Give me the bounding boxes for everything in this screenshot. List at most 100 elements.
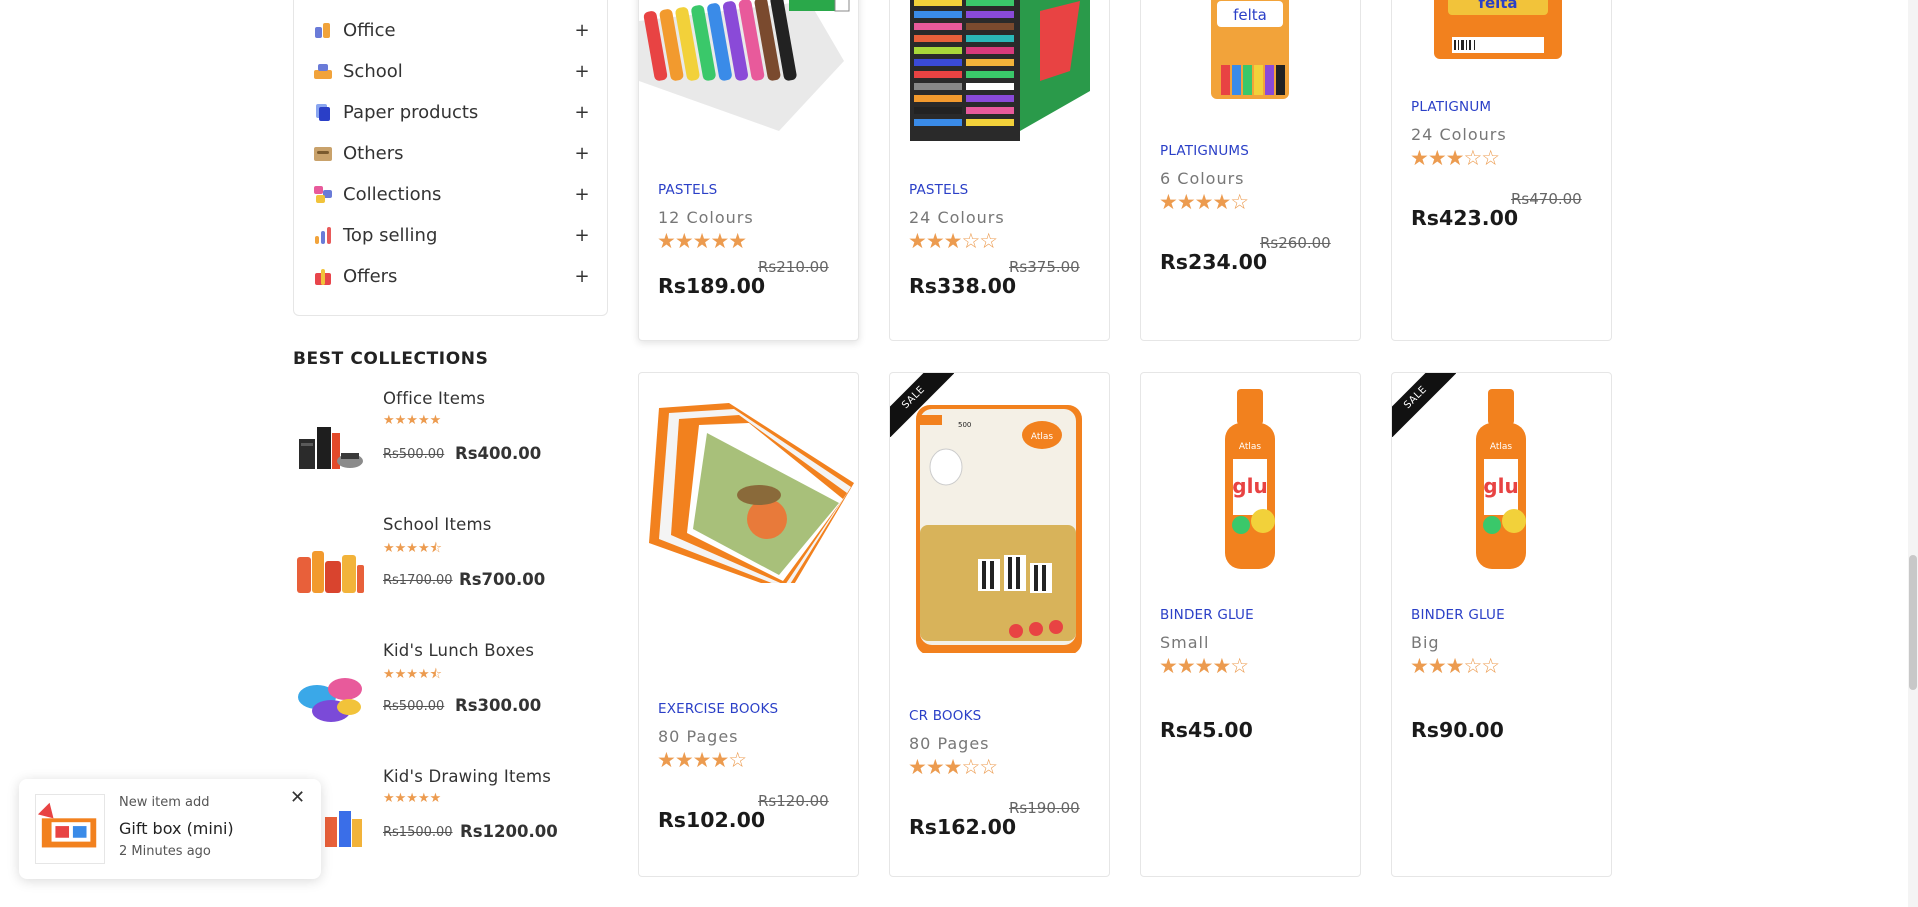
product-price: Rs90.00 xyxy=(1411,718,1504,742)
collection-name[interactable]: Kid's Drawing Items xyxy=(383,767,551,786)
others-icon xyxy=(314,144,332,162)
expand-icon[interactable]: + xyxy=(574,61,590,82)
platignum-24-image: felta xyxy=(1434,0,1562,59)
expand-icon[interactable]: + xyxy=(574,20,590,41)
product-name[interactable]: Small xyxy=(1160,633,1209,652)
collection-price: Rs1200.00 xyxy=(460,822,558,841)
product-card[interactable]: PASTELS 24 Colours ★★★☆☆ Rs375.00 Rs338.… xyxy=(889,0,1110,341)
office-items-thumbnail xyxy=(299,427,363,469)
expand-icon[interactable]: + xyxy=(574,102,590,123)
product-brand[interactable]: PLATIGNUMS xyxy=(1160,143,1249,159)
product-rating: ★★★☆☆ xyxy=(908,755,998,779)
top-selling-icon xyxy=(314,226,332,244)
office-icon xyxy=(314,21,332,39)
product-rating: ★★★☆☆ xyxy=(1410,654,1500,678)
product-price: Rs162.00 xyxy=(909,815,1017,839)
product-name[interactable]: 24 Colours xyxy=(1411,125,1507,144)
svg-text:500: 500 xyxy=(958,421,971,429)
category-label: Others xyxy=(343,142,404,164)
product-brand[interactable]: PASTELS xyxy=(658,182,717,198)
svg-text:Atlas: Atlas xyxy=(1490,442,1513,452)
product-card[interactable]: glu Atlas BINDER GLUE Small ★★★★☆ Rs45.0… xyxy=(1140,372,1361,877)
product-price: Rs102.00 xyxy=(658,808,766,832)
category-item-others[interactable]: Others + xyxy=(314,138,590,168)
product-name[interactable]: 80 Pages xyxy=(909,734,990,753)
cr-books-image: 500 Atlas xyxy=(916,405,1082,653)
product-rating: ★★★★☆ xyxy=(1159,190,1249,214)
close-icon[interactable]: ✕ xyxy=(290,787,305,808)
expand-icon[interactable]: + xyxy=(574,225,590,246)
collection-name[interactable]: Office Items xyxy=(383,389,485,408)
svg-text:glu: glu xyxy=(1232,474,1267,498)
lunch-boxes-thumbnail xyxy=(298,678,362,722)
product-rating: ★★★★☆ xyxy=(1159,654,1249,678)
page-scrollbar[interactable] xyxy=(1908,0,1918,907)
offers-icon xyxy=(314,267,332,285)
collections-icon xyxy=(314,185,332,203)
product-price: Rs423.00 xyxy=(1411,206,1519,230)
collection-rating: ★★★★⯪ xyxy=(383,541,442,556)
category-item-offers[interactable]: Offers + xyxy=(314,261,590,291)
collection-item[interactable]: Kid's Lunch Boxes ★★★★⯪ Rs500.00 Rs300.0… xyxy=(293,641,613,751)
product-card[interactable]: 500 Atlas SALE CR BOOKS 80 Pages ★★★☆☆ R… xyxy=(889,372,1110,877)
category-item-school[interactable]: School + xyxy=(314,56,590,86)
product-brand[interactable]: PLATIGNUM xyxy=(1411,99,1491,115)
collection-price: Rs700.00 xyxy=(459,570,546,589)
product-card[interactable]: EXERCISE BOOKS 80 Pages ★★★★☆ Rs120.00 R… xyxy=(638,372,859,877)
collection-rating: ★★★★⯪ xyxy=(383,667,442,682)
expand-icon[interactable]: + xyxy=(574,266,590,287)
product-card[interactable]: PASTELS 12 Colours ★★★★★ Rs210.00 Rs189.… xyxy=(638,0,859,341)
platignums-6-image: felta xyxy=(1211,0,1289,99)
scrollbar-thumb[interactable] xyxy=(1909,555,1917,690)
product-brand[interactable]: BINDER GLUE xyxy=(1160,607,1254,623)
notification-item-name[interactable]: Gift box (mini) xyxy=(119,819,234,838)
pastels-24-image xyxy=(910,0,1090,141)
product-brand[interactable]: EXERCISE BOOKS xyxy=(658,701,778,717)
product-old-price: Rs190.00 xyxy=(1009,799,1080,817)
product-old-price: Rs210.00 xyxy=(758,258,829,276)
product-brand[interactable]: PASTELS xyxy=(909,182,968,198)
collection-name[interactable]: Kid's Lunch Boxes xyxy=(383,641,534,660)
paper-products-icon xyxy=(314,103,332,121)
gift-box-thumbnail xyxy=(35,794,105,864)
category-menu: Office + School + Paper products + Other… xyxy=(293,0,608,316)
collection-name[interactable]: School Items xyxy=(383,515,492,534)
collection-item[interactable]: Office Items ★★★★★ Rs500.00 Rs400.00 xyxy=(293,389,613,499)
best-collections-title: BEST COLLECTIONS xyxy=(293,349,489,369)
product-rating: ★★★☆☆ xyxy=(1410,146,1500,170)
product-name[interactable]: 12 Colours xyxy=(658,208,754,227)
category-label: Collections xyxy=(343,183,442,205)
product-price: Rs189.00 xyxy=(658,274,766,298)
product-card[interactable]: glu Atlas SALE BINDER GLUE Big ★★★☆☆ Rs9… xyxy=(1391,372,1612,877)
category-item-top-selling[interactable]: Top selling + xyxy=(314,220,590,250)
expand-icon[interactable]: + xyxy=(574,143,590,164)
product-card[interactable]: felta PLATIGNUMS 6 Colours ★★★★☆ Rs260.0… xyxy=(1140,0,1361,341)
product-old-price: Rs470.00 xyxy=(1511,190,1582,208)
product-price: Rs45.00 xyxy=(1160,718,1253,742)
product-brand[interactable]: BINDER GLUE xyxy=(1411,607,1505,623)
product-name[interactable]: 24 Colours xyxy=(909,208,1005,227)
category-item-paper-products[interactable]: Paper products + xyxy=(314,97,590,127)
sale-ribbon: SALE xyxy=(1392,373,1456,437)
category-item-collections[interactable]: Collections + xyxy=(314,179,590,209)
product-old-price: Rs260.00 xyxy=(1260,234,1331,252)
expand-icon[interactable]: + xyxy=(574,184,590,205)
product-old-price: Rs120.00 xyxy=(758,792,829,810)
category-label: School xyxy=(343,60,403,82)
notification-time: 2 Minutes ago xyxy=(119,844,211,859)
product-card[interactable]: felta PLATIGNUM 24 Colours ★★★☆☆ Rs470.0… xyxy=(1391,0,1612,341)
product-name[interactable]: 80 Pages xyxy=(658,727,739,746)
product-rating: ★★★★☆ xyxy=(657,748,747,772)
product-name[interactable]: Big xyxy=(1411,633,1440,652)
new-item-notification[interactable]: New item add Gift box (mini) 2 Minutes a… xyxy=(19,779,321,879)
svg-text:glu: glu xyxy=(1483,474,1518,498)
collection-old-price: Rs500.00 xyxy=(383,699,445,714)
collection-item[interactable]: School Items ★★★★⯪ Rs1700.00 Rs700.00 xyxy=(293,515,613,625)
category-item-office[interactable]: Office + xyxy=(314,15,590,45)
product-brand[interactable]: CR BOOKS xyxy=(909,708,981,724)
svg-text:felta: felta xyxy=(1478,0,1517,12)
collection-item[interactable]: Kid's Drawing Items ★★★★★ Rs1500.00 Rs12… xyxy=(293,767,613,877)
collection-old-price: Rs500.00 xyxy=(383,447,445,462)
sale-ribbon: SALE xyxy=(890,373,954,437)
product-name[interactable]: 6 Colours xyxy=(1160,169,1245,188)
